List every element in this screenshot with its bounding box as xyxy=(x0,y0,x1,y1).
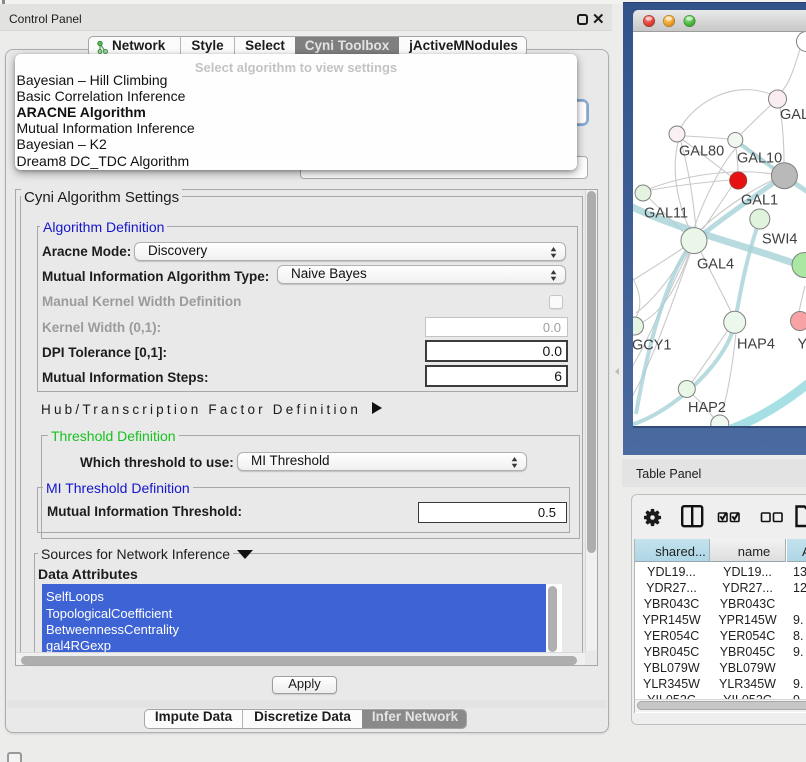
svg-text:GAL11: GAL11 xyxy=(644,206,688,222)
svg-text:HAP2: HAP2 xyxy=(688,400,726,416)
svg-text:SWI4: SWI4 xyxy=(762,232,797,248)
svg-text:GAL4: GAL4 xyxy=(697,257,734,273)
svg-text:GAL10: GAL10 xyxy=(737,151,782,167)
svg-text:GAL1: GAL1 xyxy=(741,193,778,209)
svg-text:Y: Y xyxy=(798,337,806,353)
svg-text:HAP4: HAP4 xyxy=(737,337,775,353)
svg-text:GAL2: GAL2 xyxy=(780,107,806,123)
svg-text:GCY1: GCY1 xyxy=(633,338,672,354)
svg-text:GAL80: GAL80 xyxy=(679,144,724,160)
